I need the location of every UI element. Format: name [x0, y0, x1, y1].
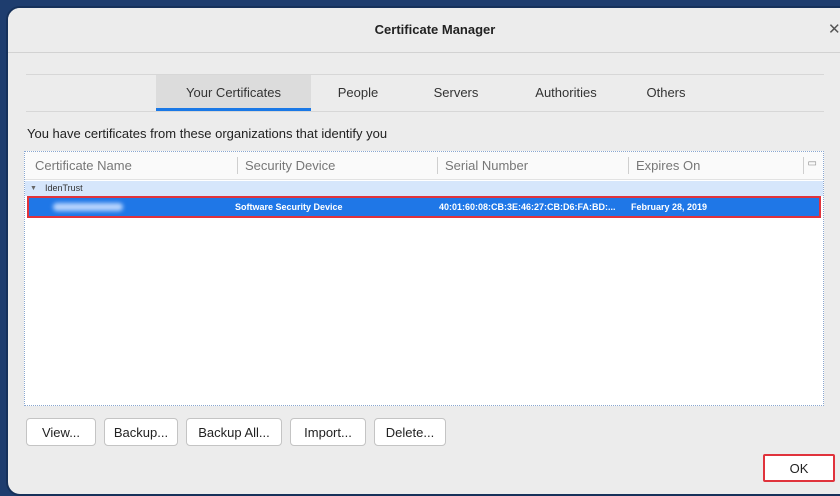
- disclosure-triangle-icon[interactable]: ▼: [30, 181, 37, 196]
- column-divider[interactable]: [237, 157, 238, 174]
- intro-text: You have certificates from these organiz…: [27, 126, 388, 141]
- dialog-title: Certificate Manager: [374, 22, 496, 37]
- column-divider[interactable]: [803, 157, 804, 174]
- delete-button[interactable]: Delete...: [374, 418, 446, 446]
- column-picker-icon[interactable]: ▭: [808, 158, 817, 169]
- certificate-list[interactable]: Certificate Name Security Device Serial …: [24, 151, 824, 406]
- column-header-expires-on[interactable]: Expires On: [636, 152, 700, 179]
- tab-servers[interactable]: Servers: [411, 75, 501, 111]
- column-divider[interactable]: [437, 157, 438, 174]
- column-header-certificate-name[interactable]: Certificate Name: [35, 152, 132, 179]
- title-bar: Certificate Manager ✕: [8, 8, 840, 53]
- group-name: IdenTrust: [45, 183, 83, 193]
- tab-your-certificates[interactable]: Your Certificates: [156, 75, 311, 111]
- tab-bar: Your Certificates People Servers Authori…: [26, 74, 824, 112]
- cell-security-device: Software Security Device: [235, 202, 343, 212]
- cell-serial-number: 40:01:60:08:CB:3E:46:27:CB:D6:FA:BD:...: [439, 202, 616, 212]
- column-header-security-device[interactable]: Security Device: [245, 152, 335, 179]
- table-row[interactable]: Software Security Device 40:01:60:08:CB:…: [27, 196, 821, 218]
- tab-authorities[interactable]: Authorities: [511, 75, 621, 111]
- view-button[interactable]: View...: [26, 418, 96, 446]
- certificate-name-redacted: [53, 203, 123, 211]
- tab-people[interactable]: People: [318, 75, 398, 111]
- table-header: Certificate Name Security Device Serial …: [25, 152, 823, 180]
- backup-button[interactable]: Backup...: [104, 418, 178, 446]
- cell-expires-on: February 28, 2019: [631, 202, 708, 212]
- import-button[interactable]: Import...: [290, 418, 366, 446]
- certificate-manager-dialog: Certificate Manager ✕ Your Certificates …: [6, 6, 840, 496]
- close-icon[interactable]: ✕: [828, 20, 840, 38]
- column-divider[interactable]: [628, 157, 629, 174]
- ok-button[interactable]: OK: [763, 454, 835, 482]
- column-header-serial-number[interactable]: Serial Number: [445, 152, 528, 179]
- tab-others[interactable]: Others: [626, 75, 706, 111]
- backup-all-button[interactable]: Backup All...: [186, 418, 282, 446]
- group-row-identrust[interactable]: ▼ IdenTrust: [25, 181, 823, 196]
